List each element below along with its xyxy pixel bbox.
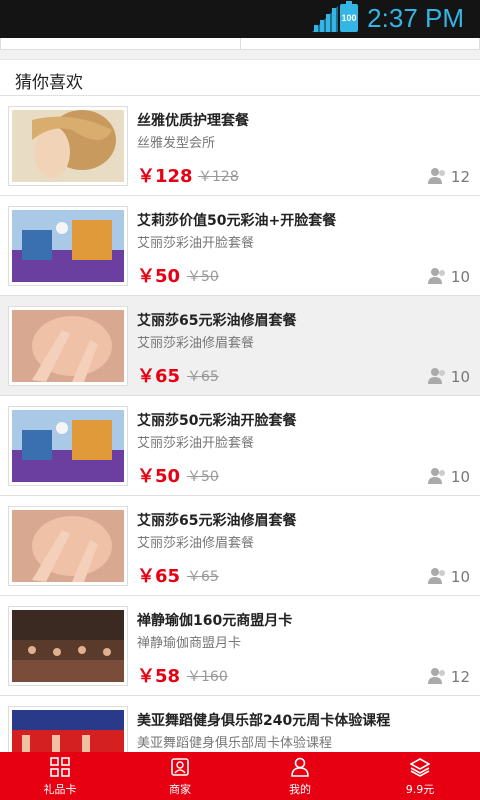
eyebrow-photo-image bbox=[12, 310, 124, 382]
tab-label: 礼品卡 bbox=[43, 783, 77, 796]
deal-subtitle: 丝雅发型会所 bbox=[137, 136, 216, 151]
tab-merchant[interactable]: 商家 bbox=[120, 752, 240, 800]
deal-title: 艾丽莎50元彩油开脸套餐 bbox=[137, 413, 297, 429]
deal-thumbnail bbox=[8, 306, 128, 386]
battery-icon: 100 bbox=[340, 1, 358, 32]
deal-price: ￥50 bbox=[137, 266, 181, 287]
deal-thumbnail bbox=[8, 606, 128, 686]
deal-list: 丝雅优质护理套餐 丝雅发型会所 ￥128 ￥128 12 艾莉莎价值50元彩油+… bbox=[0, 96, 480, 796]
layers-icon bbox=[410, 758, 430, 777]
buyer-count: 12 bbox=[450, 668, 470, 686]
deal-title: 禅静瑜伽160元商盟月卡 bbox=[137, 613, 293, 629]
buyers-icon bbox=[428, 468, 445, 484]
tab-gift-card[interactable]: 礼品卡 bbox=[0, 752, 120, 800]
original-price: ￥50 bbox=[187, 469, 219, 485]
filter-cell-right[interactable] bbox=[240, 38, 480, 50]
deal-thumbnail bbox=[8, 206, 128, 286]
salon-photo-image bbox=[12, 210, 124, 282]
buyer-count: 10 bbox=[450, 368, 470, 386]
buyers-icon bbox=[428, 368, 445, 384]
list-item[interactable]: 艾丽莎65元彩油修眉套餐 艾丽莎彩油修眉套餐 ￥65 ￥65 10 bbox=[0, 496, 480, 596]
section-title: 猜你喜欢 bbox=[15, 73, 83, 93]
buyers-icon bbox=[428, 668, 445, 684]
original-price: ￥50 bbox=[187, 269, 219, 285]
list-item[interactable]: 禅静瑜伽160元商盟月卡 禅静瑜伽商盟月卡 ￥58 ￥160 12 bbox=[0, 596, 480, 696]
tab-label: 我的 bbox=[289, 783, 311, 796]
hair-photo-image bbox=[12, 110, 124, 182]
deal-thumbnail bbox=[8, 406, 128, 486]
buyer-count: 10 bbox=[450, 468, 470, 486]
list-item[interactable]: 丝雅优质护理套餐 丝雅发型会所 ￥128 ￥128 12 bbox=[0, 96, 480, 196]
deal-subtitle: 艾丽莎彩油开脸套餐 bbox=[137, 436, 255, 451]
list-item[interactable]: 艾丽莎65元彩油修眉套餐 艾丽莎彩油修眉套餐 ￥65 ￥65 10 bbox=[0, 296, 480, 396]
grid-icon bbox=[50, 757, 70, 777]
clock: 2:37 PM bbox=[367, 3, 464, 33]
user-icon bbox=[291, 757, 309, 777]
filter-cell-left[interactable] bbox=[0, 38, 241, 50]
merchant-icon bbox=[171, 758, 189, 776]
deal-price: ￥65 bbox=[137, 566, 181, 587]
original-price: ￥128 bbox=[198, 169, 239, 185]
buyer-count: 10 bbox=[450, 568, 470, 586]
eyebrow-photo-image bbox=[12, 510, 124, 582]
tab-mine[interactable]: 我的 bbox=[240, 752, 360, 800]
deal-thumbnail bbox=[8, 506, 128, 586]
deal-price: ￥50 bbox=[137, 466, 181, 487]
signal-icon bbox=[312, 6, 338, 32]
section-header: 猜你喜欢 bbox=[0, 59, 480, 96]
deal-subtitle: 艾丽莎彩油修眉套餐 bbox=[137, 536, 255, 551]
buyers-icon bbox=[428, 268, 445, 284]
original-price: ￥65 bbox=[187, 569, 219, 585]
battery-level: 100 bbox=[341, 13, 357, 23]
buyers-icon bbox=[428, 168, 445, 184]
yoga-photo-image bbox=[12, 610, 124, 682]
original-price: ￥65 bbox=[187, 369, 219, 385]
tab-label: 9.9元 bbox=[405, 783, 435, 796]
deal-thumbnail bbox=[8, 106, 128, 186]
deal-title: 美亚舞蹈健身俱乐部240元周卡体验课程 bbox=[137, 713, 391, 729]
deal-subtitle: 美亚舞蹈健身俱乐部周卡体验课程 bbox=[137, 736, 333, 751]
deal-subtitle: 禅静瑜伽商盟月卡 bbox=[137, 636, 242, 651]
salon-photo-image bbox=[12, 410, 124, 482]
buyer-count: 10 bbox=[450, 268, 470, 286]
tab-label: 商家 bbox=[169, 783, 191, 796]
deal-subtitle: 艾丽莎彩油修眉套餐 bbox=[137, 336, 255, 351]
bottom-tab-bar: 礼品卡 商家 我的 9.9元 bbox=[0, 752, 480, 800]
list-item[interactable]: 艾莉莎价值50元彩油+开脸套餐 艾丽莎彩油开脸套餐 ￥50 ￥50 10 bbox=[0, 196, 480, 296]
filter-strip bbox=[0, 38, 480, 50]
tab-9-9[interactable]: 9.9元 bbox=[360, 752, 480, 800]
deal-title: 艾丽莎65元彩油修眉套餐 bbox=[137, 313, 297, 329]
buyers-icon bbox=[428, 568, 445, 584]
deal-price: ￥65 bbox=[137, 366, 181, 387]
original-price: ￥160 bbox=[187, 669, 228, 685]
deal-price: ￥128 bbox=[137, 166, 193, 187]
deal-title: 艾丽莎65元彩油修眉套餐 bbox=[137, 513, 297, 529]
list-item[interactable]: 艾丽莎50元彩油开脸套餐 艾丽莎彩油开脸套餐 ￥50 ￥50 10 bbox=[0, 396, 480, 496]
deal-price: ￥58 bbox=[137, 666, 181, 687]
deal-title: 艾莉莎价值50元彩油+开脸套餐 bbox=[137, 213, 337, 229]
buyer-count: 12 bbox=[450, 168, 470, 186]
status-bar: 100 2:37 PM bbox=[0, 0, 480, 38]
deal-title: 丝雅优质护理套餐 bbox=[137, 113, 249, 129]
deal-subtitle: 艾丽莎彩油开脸套餐 bbox=[137, 236, 255, 251]
